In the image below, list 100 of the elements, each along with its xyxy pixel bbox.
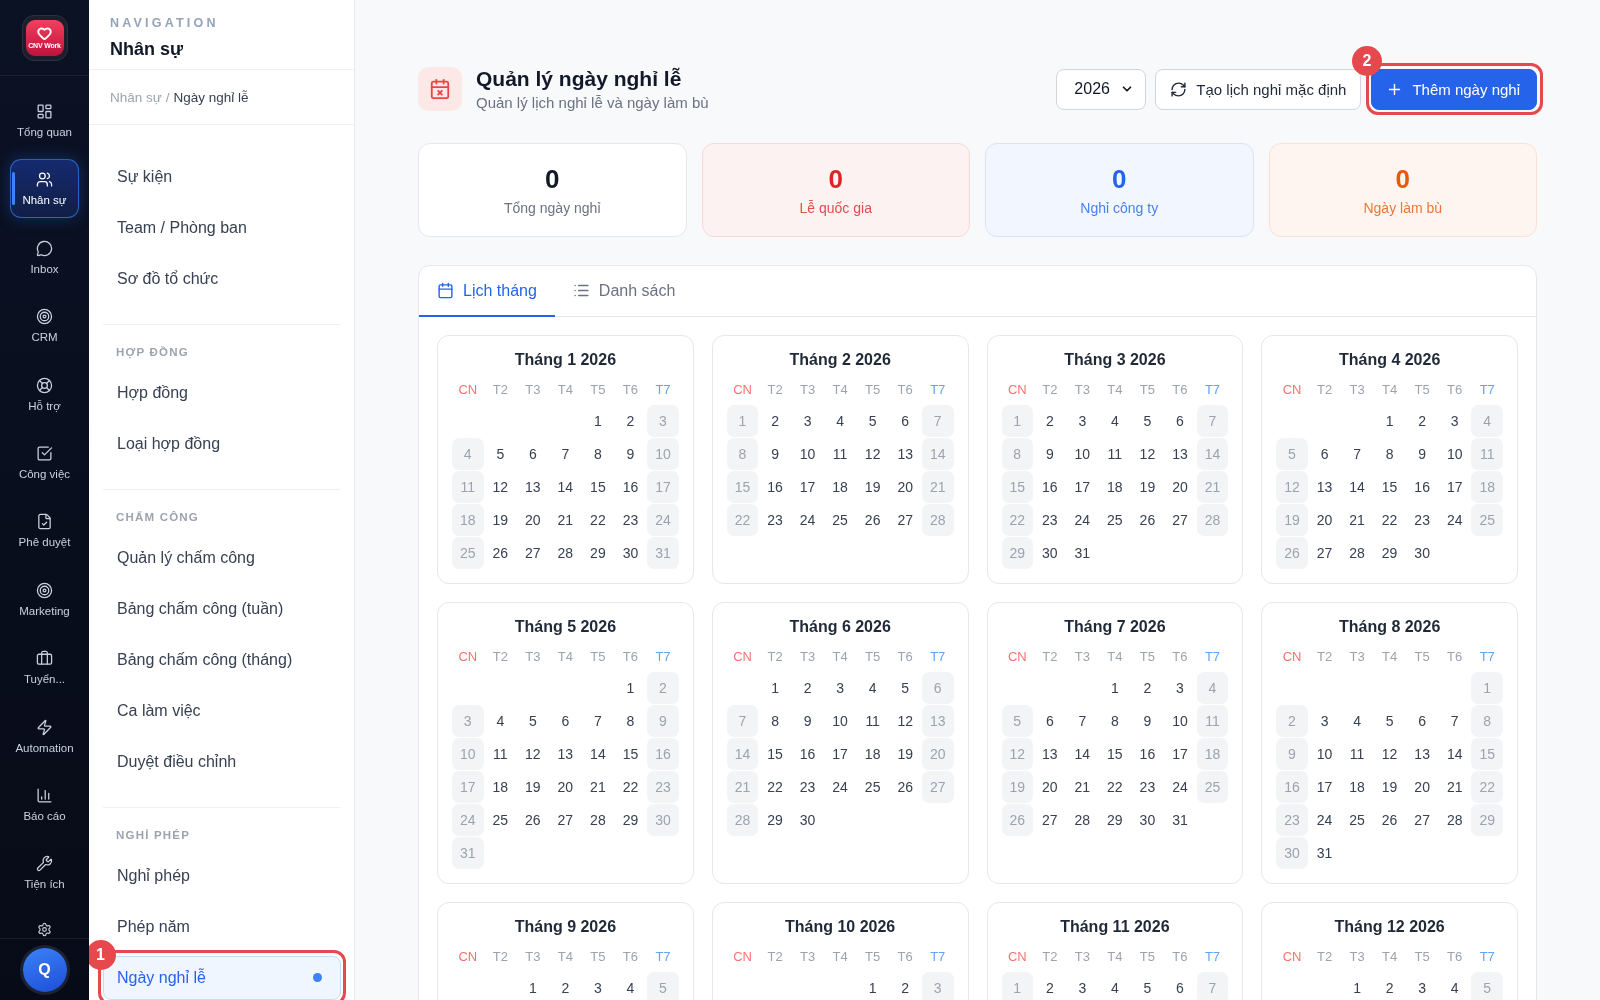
day-cell[interactable]: 4 (614, 972, 647, 1000)
day-cell[interactable]: 18 (1099, 471, 1131, 503)
day-cell[interactable]: 30 (1034, 537, 1066, 569)
day-cell[interactable]: 6 (889, 405, 921, 437)
day-cell[interactable]: 11 (824, 438, 856, 470)
rail-button[interactable]: Tuyển... (10, 638, 79, 698)
day-cell[interactable]: 4 (824, 405, 856, 437)
day-cell[interactable]: 3 (1164, 672, 1196, 704)
day-cell[interactable]: 27 (1406, 804, 1438, 836)
day-cell[interactable]: 15 (614, 738, 647, 770)
nav-item[interactable]: Quản lý chấm công (103, 535, 340, 580)
day-cell[interactable]: 19 (856, 471, 889, 503)
tab[interactable]: Danh sách (554, 266, 694, 317)
day-cell[interactable]: 2 (614, 405, 647, 437)
rail-button[interactable]: Marketing (10, 569, 79, 629)
day-cell[interactable]: 24 (1164, 771, 1196, 803)
day-cell[interactable]: 26 (517, 804, 549, 836)
day-cell[interactable]: 14 (549, 471, 582, 503)
nav-item[interactable]: Ca làm việc (103, 688, 340, 733)
day-cell[interactable]: 19 (1373, 771, 1406, 803)
day-cell[interactable]: 23 (614, 504, 647, 536)
day-cell[interactable]: 18 (1341, 771, 1373, 803)
day-cell[interactable]: 20 (889, 471, 921, 503)
day-cell[interactable]: 28 (1066, 804, 1099, 836)
day-cell[interactable]: 5 (1131, 972, 1164, 1000)
day-cell[interactable]: 23 (1034, 504, 1066, 536)
day-cell[interactable]: 26 (484, 537, 517, 569)
day-cell[interactable]: 11 (1099, 438, 1131, 470)
day-cell[interactable]: 24 (791, 504, 824, 536)
day-cell[interactable]: 1 (1373, 405, 1406, 437)
day-cell[interactable]: 29 (759, 804, 791, 836)
day-cell[interactable]: 29 (1373, 537, 1406, 569)
day-cell[interactable]: 17 (1438, 471, 1471, 503)
day-cell[interactable]: 8 (759, 705, 791, 737)
day-cell[interactable]: 3 (1066, 972, 1099, 1000)
rail-button[interactable]: Inbox (10, 227, 79, 287)
day-cell[interactable]: 27 (549, 804, 582, 836)
day-cell[interactable]: 16 (1034, 471, 1066, 503)
day-cell[interactable]: 1 (1341, 972, 1373, 1000)
day-cell[interactable]: 18 (484, 771, 517, 803)
day-cell[interactable]: 21 (582, 771, 614, 803)
day-cell[interactable]: 4 (856, 672, 889, 704)
nav-item[interactable]: Hợp đồng (103, 370, 340, 415)
day-cell[interactable]: 19 (889, 738, 921, 770)
day-cell[interactable]: 12 (1373, 738, 1406, 770)
day-cell[interactable]: 6 (1308, 438, 1341, 470)
day-cell[interactable]: 3 (791, 405, 824, 437)
day-cell[interactable]: 13 (889, 438, 921, 470)
action-button[interactable]: Tạo lịch nghỉ mặc định (1155, 68, 1362, 110)
day-cell[interactable]: 10 (1308, 738, 1341, 770)
day-cell[interactable]: 14 (1066, 738, 1099, 770)
day-cell[interactable]: 6 (549, 705, 582, 737)
day-cell[interactable]: 17 (791, 471, 824, 503)
day-cell[interactable]: 8 (614, 705, 647, 737)
day-cell[interactable]: 16 (759, 471, 791, 503)
day-cell[interactable]: 15 (1099, 738, 1131, 770)
day-cell[interactable]: 10 (1438, 438, 1471, 470)
nav-item[interactable]: Team / Phòng ban (103, 205, 340, 250)
day-cell[interactable]: 20 (1308, 504, 1341, 536)
day-cell[interactable]: 19 (484, 504, 517, 536)
day-cell[interactable]: 30 (1131, 804, 1164, 836)
day-cell[interactable]: 5 (1373, 705, 1406, 737)
day-cell[interactable]: 2 (549, 972, 582, 1000)
day-cell[interactable]: 23 (791, 771, 824, 803)
day-cell[interactable]: 27 (889, 504, 921, 536)
rail-button[interactable]: Phê duyệt (10, 501, 79, 561)
day-cell[interactable]: 2 (1034, 972, 1066, 1000)
nav-item[interactable]: Nghỉ phép (103, 853, 340, 898)
day-cell[interactable]: 13 (1164, 438, 1196, 470)
day-cell[interactable]: 20 (1164, 471, 1196, 503)
day-cell[interactable]: 21 (1066, 771, 1099, 803)
day-cell[interactable]: 1 (1099, 672, 1131, 704)
day-cell[interactable]: 9 (1406, 438, 1438, 470)
day-cell[interactable]: 4 (1341, 705, 1373, 737)
day-cell[interactable]: 20 (549, 771, 582, 803)
nav-item[interactable]: Loại hợp đồng (103, 421, 340, 466)
day-cell[interactable]: 2 (1034, 405, 1066, 437)
day-cell[interactable]: 31 (1066, 537, 1099, 569)
rail-button[interactable]: Báo cáo (10, 774, 79, 834)
day-cell[interactable]: 1 (856, 972, 889, 1000)
day-cell[interactable]: 30 (791, 804, 824, 836)
day-cell[interactable]: 25 (484, 804, 517, 836)
day-cell[interactable]: 22 (582, 504, 614, 536)
day-cell[interactable]: 24 (1308, 804, 1341, 836)
day-cell[interactable]: 4 (1438, 972, 1471, 1000)
day-cell[interactable]: 14 (582, 738, 614, 770)
day-cell[interactable]: 2 (1406, 405, 1438, 437)
day-cell[interactable]: 25 (1099, 504, 1131, 536)
day-cell[interactable]: 4 (1099, 972, 1131, 1000)
day-cell[interactable]: 17 (1164, 738, 1196, 770)
day-cell[interactable]: 12 (856, 438, 889, 470)
day-cell[interactable]: 29 (582, 537, 614, 569)
day-cell[interactable]: 28 (1438, 804, 1471, 836)
day-cell[interactable]: 9 (614, 438, 647, 470)
day-cell[interactable]: 11 (1341, 738, 1373, 770)
day-cell[interactable]: 9 (759, 438, 791, 470)
day-cell[interactable]: 25 (824, 504, 856, 536)
nav-item[interactable]: Duyệt điều chỉnh (103, 739, 340, 784)
day-cell[interactable]: 27 (1164, 504, 1196, 536)
day-cell[interactable]: 17 (824, 738, 856, 770)
